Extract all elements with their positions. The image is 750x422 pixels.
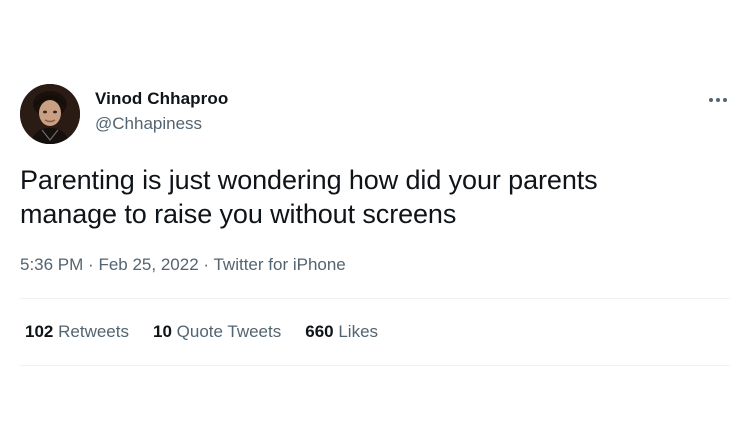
divider (20, 365, 730, 366)
more-horizontal-icon (709, 98, 727, 102)
stat-retweets-label: Retweets (58, 322, 129, 341)
meta-separator: · (88, 255, 94, 274)
tweet-text-line-2: manage to raise you without screens (20, 199, 457, 229)
tweet-text: Parenting is just wondering how did your… (20, 163, 730, 231)
divider (20, 298, 730, 299)
stat-retweets[interactable]: 102 Retweets (25, 322, 129, 342)
stat-quote-tweets[interactable]: 10 Quote Tweets (153, 322, 281, 342)
tweet-time[interactable]: 5:36 PM (20, 255, 83, 274)
tweet-date[interactable]: Feb 25, 2022 (98, 255, 198, 274)
tweet-card: Vinod Chhaproo @Chhapiness Parenting is … (0, 0, 750, 422)
author-name[interactable]: Vinod Chhaproo (95, 89, 228, 109)
avatar[interactable] (20, 84, 80, 144)
meta-separator: · (203, 255, 210, 274)
author-handle[interactable]: @Chhapiness (95, 114, 202, 134)
more-options-button[interactable] (704, 90, 732, 110)
avatar-photo (20, 84, 80, 144)
stat-retweets-count: 102 (25, 322, 54, 341)
tweet-stats: 102 Retweets 10 Quote Tweets 660 Likes (25, 322, 402, 342)
stat-likes[interactable]: 660 Likes (305, 322, 378, 342)
stat-likes-label: Likes (338, 322, 379, 341)
tweet-text-line-1: Parenting is just wondering how did your… (20, 165, 598, 195)
stat-quote-tweets-count: 10 (152, 322, 172, 341)
tweet-meta: 5:36 PM · Feb 25, 2022 · Twitter for iPh… (20, 255, 346, 275)
tweet-source[interactable]: Twitter for iPhone (213, 255, 345, 274)
stat-quote-tweets-label: Quote Tweets (176, 322, 282, 341)
stat-likes-count: 660 (305, 322, 334, 341)
